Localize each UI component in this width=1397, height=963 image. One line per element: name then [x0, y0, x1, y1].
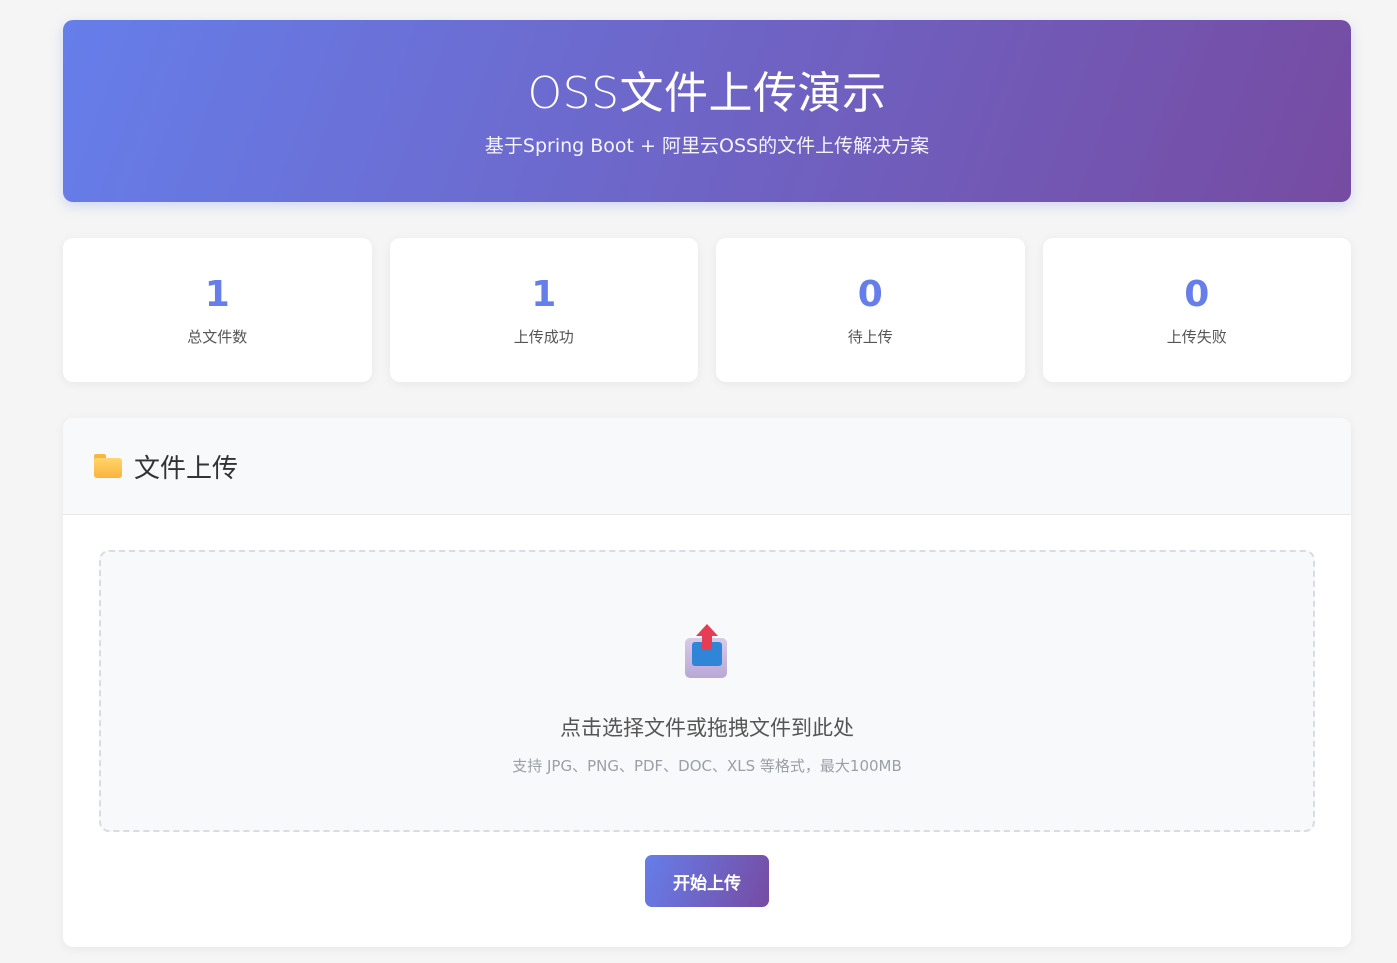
stat-card-pending: 0 待上传 [716, 238, 1025, 382]
stat-value: 1 [204, 274, 230, 315]
stat-card-success: 1 上传成功 [389, 238, 698, 382]
app-container: OSS文件上传演示 基于Spring Boot + 阿里云OSS的文件上传解决方… [63, 20, 1351, 947]
start-upload-button[interactable]: 开始上传 [645, 855, 769, 907]
stat-value: 1 [531, 274, 557, 315]
stat-value: 0 [1184, 274, 1210, 315]
stat-label: 待上传 [847, 328, 893, 346]
section-title: 文件上传 [134, 453, 239, 484]
page-title: OSS文件上传演示 [527, 68, 887, 119]
stat-label: 上传成功 [513, 328, 574, 346]
page-header: OSS文件上传演示 基于Spring Boot + 阿里云OSS的文件上传解决方… [63, 20, 1351, 202]
stat-card-failed: 0 上传失败 [1042, 238, 1351, 382]
folder-icon [94, 454, 122, 478]
drop-zone-hint: 支持 JPG、PNG、PDF、DOC、XLS 等格式，最大100MB [512, 757, 902, 775]
page-subtitle: 基于Spring Boot + 阿里云OSS的文件上传解决方案 [484, 135, 930, 157]
stat-value: 0 [857, 274, 883, 315]
stat-card-total: 1 总文件数 [63, 238, 372, 382]
stat-label: 总文件数 [187, 328, 248, 346]
upload-panel-header: 文件上传 [63, 418, 1351, 515]
upload-icon [684, 624, 730, 678]
stats-row: 1 总文件数 1 上传成功 0 待上传 0 上传失败 [63, 238, 1351, 382]
file-drop-zone[interactable]: 点击选择文件或拖拽文件到此处 支持 JPG、PNG、PDF、DOC、XLS 等格… [99, 550, 1315, 832]
stat-label: 上传失败 [1166, 328, 1227, 346]
upload-panel: 文件上传 点击选择文件或拖拽文件到此处 支持 JPG、PNG、PDF、DOC、X… [63, 418, 1351, 947]
drop-zone-text: 点击选择文件或拖拽文件到此处 [560, 716, 854, 740]
